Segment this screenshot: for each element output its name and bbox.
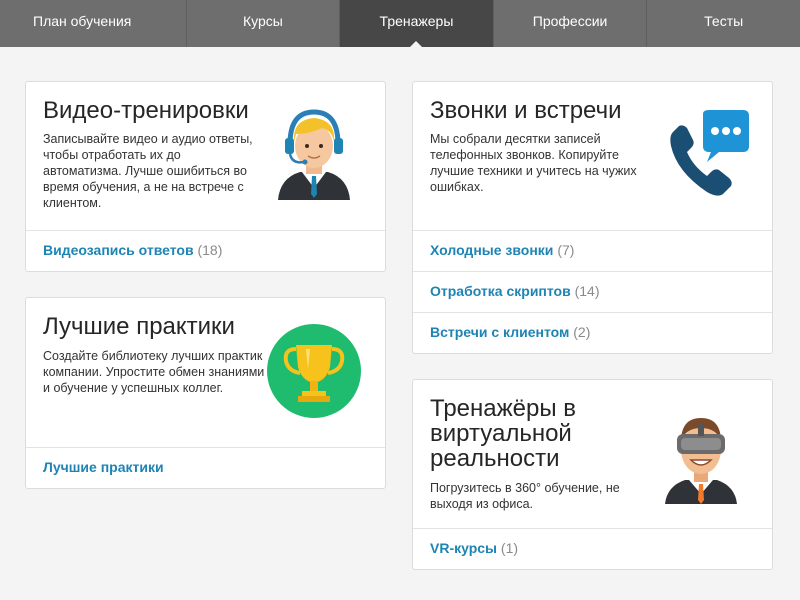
phone-chat-icon bbox=[667, 110, 751, 198]
link-count: (14) bbox=[574, 283, 600, 299]
link-count: (2) bbox=[573, 324, 591, 340]
card-description: Записывайте видео и аудио ответы, чтобы … bbox=[43, 132, 253, 210]
card-best-practices: Лучшие практики Создайте библиотеку лучш… bbox=[25, 297, 386, 489]
list-item: VR-курсы (1) bbox=[413, 528, 772, 569]
top-navigation: План обучения Курсы Тренажеры Профессии … bbox=[0, 0, 800, 47]
card-title: Лучшие практики bbox=[43, 313, 235, 340]
tab-courses[interactable]: Курсы bbox=[187, 0, 341, 47]
tab-tests[interactable]: Тесты bbox=[647, 0, 800, 47]
list-item: Отработка скриптов (14) bbox=[413, 271, 772, 312]
tab-professions[interactable]: Профессии bbox=[494, 0, 648, 47]
link-script-practice[interactable]: Отработка скриптов bbox=[430, 283, 571, 299]
card-title: Видео-тренировки bbox=[43, 97, 249, 124]
card-title: Тренажёры в виртуальной реальности bbox=[430, 395, 577, 472]
link-cold-calls[interactable]: Холодные звонки bbox=[430, 242, 553, 258]
link-count: (7) bbox=[557, 242, 575, 258]
headset-operator-icon bbox=[272, 108, 356, 200]
card-calls-meetings: Звонки и встречи Мы собрали десятки запи… bbox=[412, 81, 773, 354]
card-description: Создайте библиотеку лучших практик компа… bbox=[43, 349, 265, 395]
card-title: Звонки и встречи bbox=[430, 97, 622, 124]
card-vr-trainers: Тренажёры в виртуальной реальности Погру… bbox=[412, 379, 773, 570]
link-vr-courses[interactable]: VR-курсы bbox=[430, 540, 497, 556]
card-links: Лучшие практики bbox=[26, 447, 385, 488]
card-description: Погрузитесь в 360° обучение, не выходя и… bbox=[430, 481, 620, 511]
list-item: Лучшие практики bbox=[26, 447, 385, 488]
card-links: VR-курсы (1) bbox=[413, 528, 772, 569]
link-count: (18) bbox=[197, 242, 223, 258]
link-count: (1) bbox=[500, 540, 519, 556]
card-links: Видеозапись ответов (18) bbox=[26, 230, 385, 271]
link-best-practices[interactable]: Лучшие практики bbox=[43, 459, 164, 475]
link-video-answers[interactable]: Видеозапись ответов bbox=[43, 242, 194, 258]
link-client-meetings[interactable]: Встречи с клиентом bbox=[430, 324, 569, 340]
trophy-icon bbox=[266, 323, 362, 419]
card-description: Мы собрали десятки записей телефонных зв… bbox=[430, 132, 637, 194]
list-item: Встречи с клиентом (2) bbox=[413, 312, 772, 353]
list-item: Холодные звонки (7) bbox=[413, 230, 772, 271]
vr-headset-person-icon bbox=[663, 412, 739, 504]
tab-learning-plan[interactable]: План обучения bbox=[0, 0, 187, 47]
tab-trainers[interactable]: Тренажеры bbox=[340, 0, 494, 47]
list-item: Видеозапись ответов (18) bbox=[26, 230, 385, 271]
card-video-trainings: Видео-тренировки Записывайте видео и ауд… bbox=[25, 81, 386, 272]
card-links: Холодные звонки (7) Отработка скриптов (… bbox=[413, 230, 772, 353]
